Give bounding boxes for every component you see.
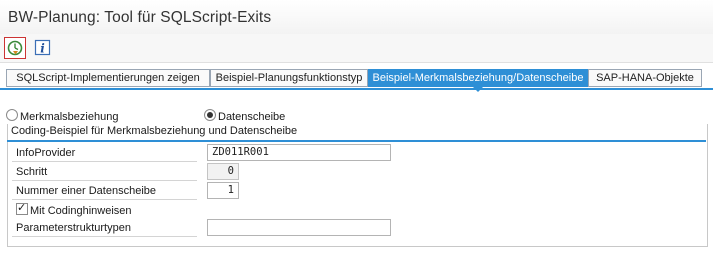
datenscheibe-input[interactable]: 1 <box>207 182 239 199</box>
tab-beispiel-merkmalsbeziehung[interactable]: Beispiel-Merkmalsbeziehung/Datenscheibe <box>368 69 588 92</box>
radio-label: Merkmalsbeziehung <box>20 111 119 123</box>
parameter-row: Parameterstrukturtypen <box>12 219 391 237</box>
datenscheibe-label: Nummer einer Datenscheibe <box>12 182 197 200</box>
group-title: Coding-Beispiel für Merkmalsbeziehung un… <box>11 125 298 137</box>
radio-merkmalsbeziehung[interactable]: Merkmalsbeziehung <box>6 109 118 123</box>
title-bar: BW-Planung: Tool für SQLScript-Exits <box>0 0 713 35</box>
schritt-label: Schritt <box>12 163 197 181</box>
codinghinweise-row[interactable]: Mit Codinghinweisen <box>16 201 386 217</box>
tab-label: SAP-HANA-Objekte <box>596 72 694 84</box>
info-icon: i <box>34 39 51 56</box>
tab-sqlscript-implementierungen[interactable]: SQLScript-Implementierungen zeigen <box>6 69 210 87</box>
execute-button[interactable] <box>4 37 26 59</box>
clock-execute-icon <box>7 40 23 56</box>
tab-label: Beispiel-Planungsfunktionstyp <box>215 72 363 84</box>
svg-text:i: i <box>40 42 45 56</box>
infoprovider-input[interactable]: ZD011R001 <box>207 144 391 161</box>
radio-label: Datenscheibe <box>218 111 286 123</box>
tab-sap-hana-objekte[interactable]: SAP-HANA-Objekte <box>588 69 702 87</box>
tab-label: SQLScript-Implementierungen zeigen <box>16 72 200 84</box>
window-title: BW-Planung: Tool für SQLScript-Exits <box>8 9 272 26</box>
tab-strip: SQLScript-Implementierungen zeigen Beisp… <box>0 69 713 92</box>
info-button[interactable]: i <box>34 39 52 57</box>
schritt-input: 0 <box>207 163 239 180</box>
group-header: Coding-Beispiel für Merkmalsbeziehung un… <box>7 124 706 142</box>
datenscheibe-row: Nummer einer Datenscheibe 1 <box>12 182 382 200</box>
schritt-row: Schritt 0 <box>12 163 382 181</box>
toolbar: i <box>0 34 713 63</box>
infoprovider-label: InfoProvider <box>12 144 197 162</box>
radio-button[interactable] <box>204 109 216 121</box>
codinghinweise-checkbox[interactable] <box>16 201 28 215</box>
parameter-label: Parameterstrukturtypen <box>12 219 197 237</box>
codinghinweise-label: Mit Codinghinweisen <box>30 205 132 217</box>
tab-label: Beispiel-Merkmalsbeziehung/Datenscheibe <box>372 72 584 84</box>
parameter-input[interactable] <box>207 219 391 236</box>
tab-beispiel-planungsfunktionstyp[interactable]: Beispiel-Planungsfunktionstyp <box>210 69 368 87</box>
radio-button[interactable] <box>6 109 18 121</box>
infoprovider-row: InfoProvider ZD011R001 <box>12 144 391 162</box>
tab-underline <box>0 88 713 90</box>
radio-datenscheibe[interactable]: Datenscheibe <box>204 109 285 123</box>
